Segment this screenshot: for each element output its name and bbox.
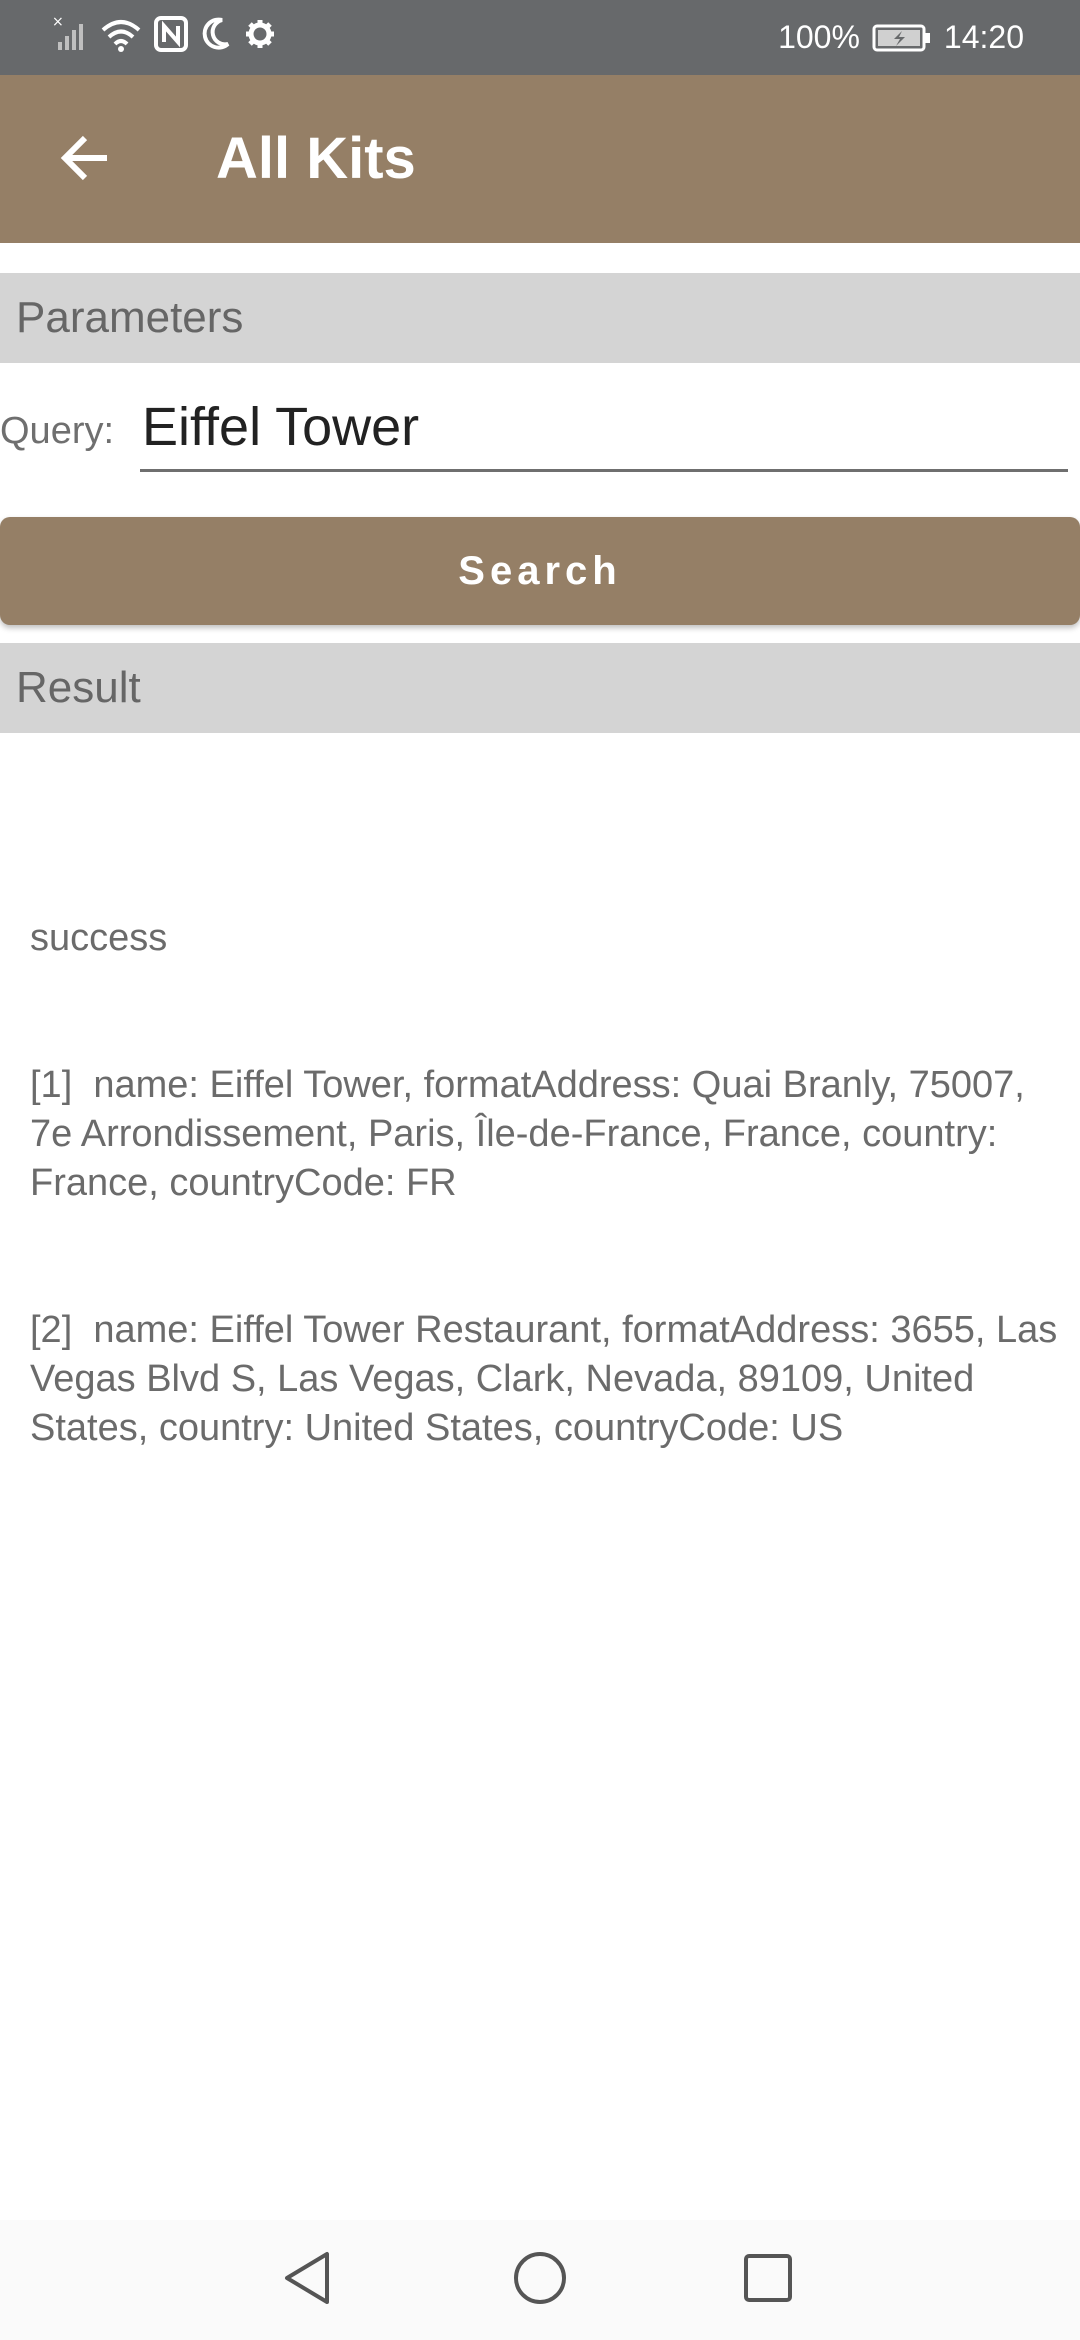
navigation-bar xyxy=(0,2220,1080,2340)
arrow-left-icon xyxy=(57,130,113,191)
moon-icon xyxy=(200,14,232,54)
search-button[interactable]: Search xyxy=(0,517,1080,625)
result-item: [2] name: Eiffel Tower Restaurant, forma… xyxy=(30,1309,1068,1449)
nfc-icon xyxy=(154,14,188,54)
status-icons: × xyxy=(52,14,276,54)
parameters-header: Parameters xyxy=(0,273,1080,363)
back-button[interactable] xyxy=(40,115,130,205)
signal-icon: × xyxy=(52,14,88,54)
clock: 14:20 xyxy=(943,19,1024,55)
result-header: Result xyxy=(0,643,1080,733)
page-title: All Kits xyxy=(216,126,416,191)
result-status: success xyxy=(30,917,168,959)
app-bar: All Kits xyxy=(0,75,1080,243)
status-right: 100% 14:20 xyxy=(778,0,1024,75)
result-text: success [1] name: Eiffel Tower, formatAd… xyxy=(30,816,1060,1551)
app-root: × 100% 14:20 All Kits Parameters Query: … xyxy=(0,0,1080,2340)
nav-home-icon xyxy=(510,2248,570,2313)
svg-text:×: × xyxy=(52,14,64,30)
nav-back-icon xyxy=(279,2248,339,2313)
query-label: Query: xyxy=(0,410,115,452)
gear-icon xyxy=(244,14,276,54)
nav-back-button[interactable] xyxy=(271,2242,347,2318)
result-item: [1] name: Eiffel Tower, formatAddress: Q… xyxy=(30,1064,1036,1204)
nav-home-button[interactable] xyxy=(502,2242,578,2318)
wifi-icon xyxy=(100,14,142,54)
nav-recent-button[interactable] xyxy=(730,2242,806,2318)
battery-percent: 100% xyxy=(778,19,860,55)
battery-charging-icon xyxy=(872,23,932,53)
nav-recent-icon xyxy=(738,2248,798,2313)
query-input[interactable] xyxy=(140,390,1068,472)
status-bar: × 100% 14:20 xyxy=(0,0,1080,75)
